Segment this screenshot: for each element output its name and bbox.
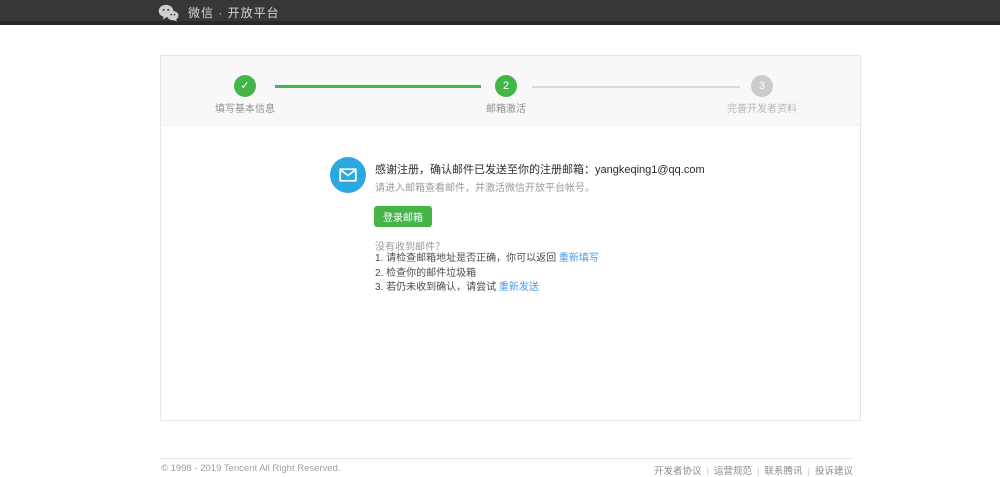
- footer-divider: [160, 458, 853, 459]
- contact-tencent-link[interactable]: 联系腾讯: [765, 466, 803, 477]
- wechat-logo-icon: [158, 4, 179, 22]
- page-title: 微信 · 开放平台: [188, 4, 280, 21]
- list-item-text: 2. 检查你的邮件垃圾箱: [375, 268, 476, 279]
- developer-agreement-link[interactable]: 开发者协议: [654, 466, 702, 477]
- list-item: 2. 检查你的邮件垃圾箱: [375, 267, 599, 282]
- step-2-indicator: 2: [495, 75, 517, 97]
- complaint-link[interactable]: 投诉建议: [815, 466, 853, 477]
- progress-line-active: [275, 85, 481, 88]
- login-mailbox-button[interactable]: 登录邮箱: [374, 206, 432, 227]
- app-header: 微信 · 开放平台: [0, 0, 1000, 25]
- list-item: 3. 若仍未收到确认，请尝试 重新发送: [375, 281, 599, 296]
- step-2-label: 邮箱激活: [436, 100, 576, 115]
- no-email-heading: 没有收到邮件？: [375, 238, 445, 253]
- step-1-indicator-check-icon: ✓: [234, 75, 256, 97]
- registered-email: yangkeqing1@qq.com: [595, 164, 705, 176]
- email-icon: [330, 157, 366, 193]
- activation-hint: 请进入邮箱查看邮件，并激活微信开放平台帐号。: [375, 179, 595, 194]
- confirmation-message: 感谢注册，确认邮件已发送至你的注册邮箱：yangkeqing1@qq.com: [375, 161, 705, 177]
- confirmation-message-text: 感谢注册，确认邮件已发送至你的注册邮箱：: [375, 164, 595, 176]
- step-1-label: 填写基本信息: [175, 100, 315, 115]
- step-3-label: 完善开发者资料: [692, 100, 832, 115]
- registration-card: ✓ 2 3 填写基本信息 邮箱激活 完善开发者资料 感谢注册，确认邮件已发送至你…: [160, 55, 861, 421]
- separator: |: [702, 466, 714, 477]
- progress-stepper: ✓ 2 3 填写基本信息 邮箱激活 完善开发者资料: [161, 56, 860, 126]
- header-brand[interactable]: 微信 · 开放平台: [158, 0, 280, 25]
- progress-line-inactive: [532, 86, 740, 88]
- operation-rules-link[interactable]: 运营规范: [714, 466, 752, 477]
- list-item-text: 3. 若仍未收到确认，请尝试: [375, 282, 499, 293]
- troubleshoot-list: 1. 请检查邮箱地址是否正确，你可以返回 重新填写 2. 检查你的邮件垃圾箱 3…: [375, 252, 599, 296]
- separator: |: [803, 466, 815, 477]
- list-item: 1. 请检查邮箱地址是否正确，你可以返回 重新填写: [375, 252, 599, 267]
- step-3-indicator: 3: [751, 75, 773, 97]
- resend-link[interactable]: 重新发送: [499, 282, 539, 293]
- refill-link[interactable]: 重新填写: [559, 253, 599, 264]
- list-item-text: 1. 请检查邮箱地址是否正确，你可以返回: [375, 253, 559, 264]
- separator: |: [752, 466, 764, 477]
